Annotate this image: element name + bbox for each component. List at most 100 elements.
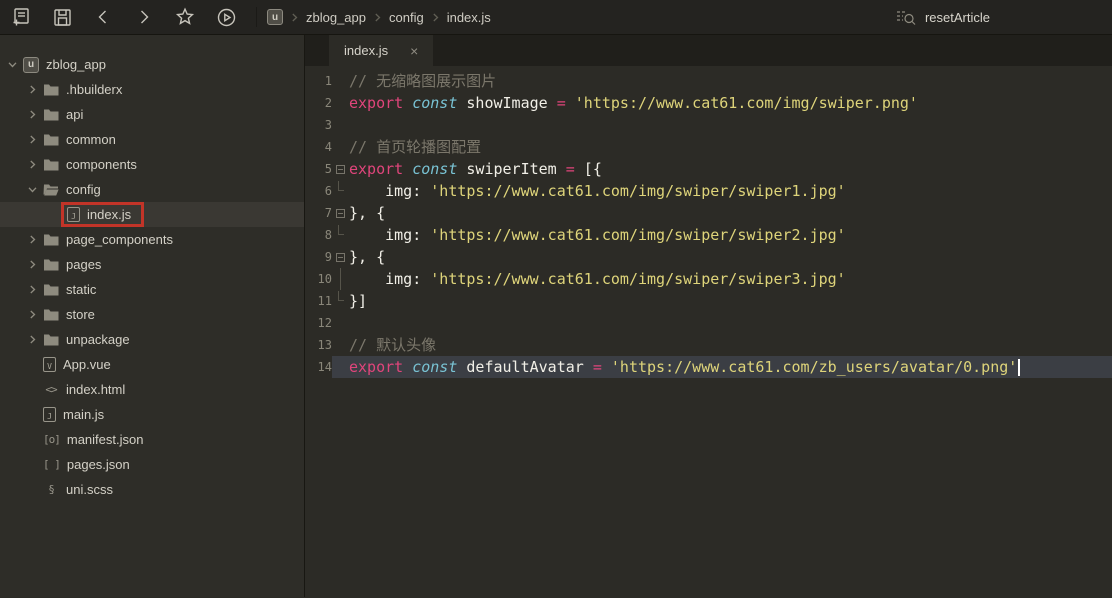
tree-item-static[interactable]: static [0, 277, 304, 302]
line-number: 1 [305, 70, 332, 92]
favorite-button[interactable] [172, 4, 198, 30]
code-line[interactable]: 9}, { [305, 246, 1112, 268]
code-line[interactable]: 8 img: 'https://www.cat61.com/img/swiper… [305, 224, 1112, 246]
indent-guide [332, 268, 349, 290]
tree-item-app-vue[interactable]: VApp.vue [0, 352, 304, 377]
tree-item-pages[interactable]: pages [0, 252, 304, 277]
tree-item-index-js[interactable]: Jindex.js [0, 202, 304, 227]
tree-item-uni-scss[interactable]: §uni.scss [0, 477, 304, 502]
tree-item-index-html[interactable]: <>index.html [0, 377, 304, 402]
run-button[interactable] [213, 4, 239, 30]
code-text: }] [349, 290, 367, 312]
forward-button[interactable] [131, 4, 157, 30]
new-file-button[interactable] [8, 4, 34, 30]
code-line[interactable]: 7}, { [305, 202, 1112, 224]
fold-spacer [332, 114, 349, 136]
folder-icon [43, 333, 59, 346]
tree-item-api[interactable]: api [0, 102, 304, 127]
code-text: // 默认头像 [349, 334, 436, 356]
fold-toggle-icon[interactable] [332, 158, 349, 180]
tree-item-label: api [66, 107, 83, 122]
tree-item-zblog-app[interactable]: uzblog_app [0, 52, 304, 77]
run-icon [216, 7, 237, 28]
code-text: // 首页轮播图配置 [349, 136, 481, 158]
fold-scope-bar [340, 268, 341, 290]
code-line[interactable]: 3 [305, 114, 1112, 136]
text-cursor [1018, 359, 1020, 376]
tree-item-store[interactable]: store [0, 302, 304, 327]
tree-item-common[interactable]: common [0, 127, 304, 152]
code-line[interactable]: 1 // 无缩略图展示图片 [305, 70, 1112, 92]
tab-label: index.js [344, 43, 388, 58]
code-editor[interactable]: 1 // 无缩略图展示图片 2 export const showImage = 'h… [305, 66, 1112, 597]
chevron-right-icon[interactable] [24, 260, 41, 269]
chevron-right-icon[interactable] [24, 235, 41, 244]
tree-item-components[interactable]: components [0, 152, 304, 177]
code-text: img: 'https://www.cat61.com/img/swiper/s… [349, 224, 846, 246]
manifest-json-icon: [o] [43, 433, 60, 446]
code-line[interactable]: 10 img: 'https://www.cat61.com/img/swipe… [305, 268, 1112, 290]
code-line[interactable]: 4 // 首页轮播图配置 [305, 136, 1112, 158]
code-text: export const showImage = 'https://www.ca… [349, 92, 918, 114]
tree-item-label: static [66, 282, 96, 297]
chevron-right-icon [290, 13, 299, 22]
code-line[interactable]: 6 img: 'https://www.cat61.com/img/swiper… [305, 180, 1112, 202]
breadcrumb-item-config[interactable]: config [389, 10, 424, 25]
code-line[interactable]: 5export const swiperItem = [{ [305, 158, 1112, 180]
breadcrumb-item-index-js[interactable]: index.js [447, 10, 491, 25]
html-file-icon: <> [43, 383, 59, 396]
chevron-down-icon[interactable] [4, 60, 21, 69]
code-line[interactable]: 13// 默认头像 [305, 334, 1112, 356]
tree-item-main-js[interactable]: Jmain.js [0, 402, 304, 427]
chevron-right-icon[interactable] [24, 85, 41, 94]
line-number: 4 [305, 136, 332, 158]
tree-item-pages-json[interactable]: [ ]pages.json [0, 452, 304, 477]
project-file-tree: uzblog_app.hbuilderx api commoncomponentsc… [0, 35, 305, 597]
chevron-right-icon[interactable] [24, 310, 41, 319]
chevron-right-icon[interactable] [24, 285, 41, 294]
code-text: // 无缩略图展示图片 [349, 70, 496, 92]
line-body: export const showImage = 'https://www.ca… [332, 92, 1112, 114]
tree-item-unpackage[interactable]: unpackage [0, 327, 304, 352]
fold-collapse-glyph [336, 253, 345, 262]
tree-item-label: main.js [63, 407, 104, 422]
tab-index-js[interactable]: index.js × [329, 35, 433, 66]
breadcrumb-item-zblog-app[interactable]: zblog_app [306, 10, 366, 25]
indent-guide [332, 224, 349, 246]
back-icon [93, 7, 113, 27]
chevron-right-icon[interactable] [24, 135, 41, 144]
chevron-right-icon[interactable] [24, 335, 41, 344]
chevron-right-icon[interactable] [24, 160, 41, 169]
chevron-right-icon[interactable] [24, 110, 41, 119]
tree-item-label: index.js [87, 207, 131, 222]
back-button[interactable] [90, 4, 116, 30]
fold-toggle-icon[interactable] [332, 246, 349, 268]
line-number: 11 [305, 290, 332, 312]
tree-item-manifest-json[interactable]: [o]manifest.json [0, 427, 304, 452]
annotation-red-box: Jindex.js [61, 202, 144, 227]
fold-toggle-icon[interactable] [332, 202, 349, 224]
folder-icon [43, 283, 59, 296]
folder-icon [43, 308, 59, 321]
code-line[interactable]: 12 [305, 312, 1112, 334]
line-body: img: 'https://www.cat61.com/img/swiper/s… [332, 180, 1112, 202]
line-number: 10 [305, 268, 332, 290]
current-line: export const defaultAvatar = 'https://ww… [332, 356, 1112, 378]
chevron-down-icon[interactable] [24, 185, 41, 194]
tree-item--hbuilderx[interactable]: .hbuilderx [0, 77, 304, 102]
line-number: 9 [305, 246, 332, 268]
folder-open-icon [43, 183, 59, 196]
tree-item-config[interactable]: config [0, 177, 304, 202]
code-text: img: 'https://www.cat61.com/img/swiper/s… [349, 268, 846, 290]
tree-item-page-components[interactable]: page_components [0, 227, 304, 252]
code-line[interactable]: 14export const defaultAvatar = 'https://… [305, 356, 1112, 378]
toolbar-separator [256, 7, 257, 27]
line-number: 6 [305, 180, 332, 202]
toolbar-search[interactable]: resetArticle [896, 8, 990, 27]
code-line[interactable]: 11}] [305, 290, 1112, 312]
save-button[interactable] [49, 4, 75, 30]
code-line[interactable]: 2 export const showImage = 'https://www.c… [305, 92, 1112, 114]
tab-close-icon[interactable]: × [410, 44, 418, 58]
fold-spacer [332, 356, 349, 378]
line-number: 2 [305, 92, 332, 114]
